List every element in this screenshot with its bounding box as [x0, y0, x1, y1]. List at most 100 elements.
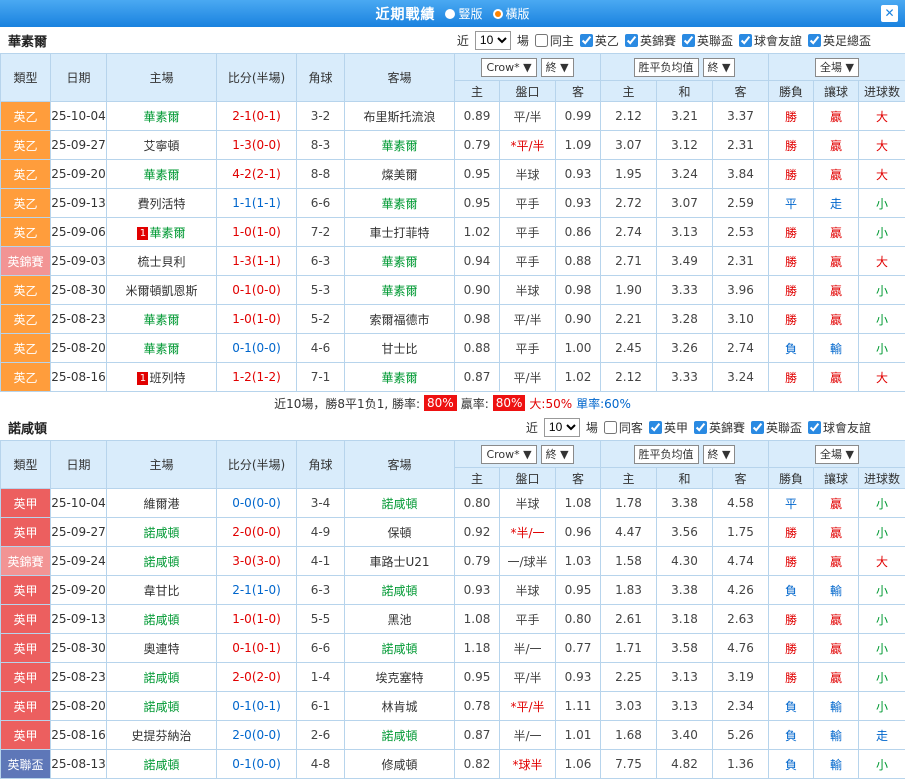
away-team-cell[interactable]: 燦美爾 [345, 160, 455, 189]
away-team-cell[interactable]: 布里斯托流浪 [345, 102, 455, 131]
odds-header-group: Crow* ▼ 終 ▼ [455, 54, 601, 81]
layout-radio-vertical[interactable]: 豎版 [445, 5, 482, 22]
corner-cell: 4-9 [297, 518, 345, 547]
away-team-cell[interactable]: 甘士比 [345, 334, 455, 363]
league-filter-英乙[interactable]: 英乙 [580, 32, 619, 49]
odds-home-cell: 0.78 [455, 692, 500, 721]
league-filter-英足總盃[interactable]: 英足總盃 [808, 32, 871, 49]
league-filter-同主[interactable]: 同主 [535, 32, 574, 49]
away-team-cell[interactable]: 華素爾 [345, 131, 455, 160]
near-count-select[interactable]: 10 [475, 31, 511, 50]
league-filter-checkbox[interactable] [604, 421, 617, 434]
league-filter-英錦賽[interactable]: 英錦賽 [694, 419, 745, 436]
away-team-name: 車士打菲特 [369, 226, 429, 240]
handicap-result-cell: 輸 [814, 750, 859, 779]
final-avg-select[interactable]: 終 ▼ [703, 445, 736, 464]
home-team-cell[interactable]: 史提芬納治 [107, 721, 217, 750]
home-team-cell[interactable]: 華素爾 [107, 102, 217, 131]
away-team-cell[interactable]: 林肯城 [345, 692, 455, 721]
away-team-cell[interactable]: 黑池 [345, 605, 455, 634]
final-odds-select[interactable]: 終 ▼ [541, 58, 574, 77]
away-team-cell[interactable]: 諾咸頓 [345, 576, 455, 605]
home-team-cell[interactable]: 梳士貝利 [107, 247, 217, 276]
handicap-cell: *半/一 [500, 518, 556, 547]
home-team-cell[interactable]: 諾咸頓 [107, 750, 217, 779]
league-filter-英聯盃[interactable]: 英聯盃 [751, 419, 802, 436]
away-team-cell[interactable]: 諾咸頓 [345, 489, 455, 518]
bookmaker-select[interactable]: Crow* ▼ [481, 445, 536, 464]
home-team-cell[interactable]: 1華素爾 [107, 218, 217, 247]
home-team-cell[interactable]: 艾寧頓 [107, 131, 217, 160]
home-team-cell[interactable]: 諾咸頓 [107, 663, 217, 692]
home-team-cell[interactable]: 諾咸頓 [107, 518, 217, 547]
away-team-cell[interactable]: 華素爾 [345, 189, 455, 218]
home-team-cell[interactable]: 奧連特 [107, 634, 217, 663]
avg-draw-cell: 3.24 [657, 160, 713, 189]
home-team-cell[interactable]: 諾咸頓 [107, 547, 217, 576]
league-filter-checkbox[interactable] [694, 421, 707, 434]
away-team-name: 華素爾 [381, 197, 417, 211]
avg-away-cell: 3.19 [713, 663, 769, 692]
layout-radio-horizontal[interactable]: 橫版 [493, 5, 530, 22]
home-team-cell[interactable]: 費列活特 [107, 189, 217, 218]
away-team-cell[interactable]: 華素爾 [345, 276, 455, 305]
league-filter-球會友誼[interactable]: 球會友誼 [739, 32, 802, 49]
odds-away-cell: 1.01 [556, 721, 601, 750]
filter-label: 球會友誼 [823, 419, 871, 436]
away-team-cell[interactable]: 埃克塞特 [345, 663, 455, 692]
close-icon[interactable]: ✕ [881, 5, 898, 22]
league-filter-checkbox[interactable] [808, 421, 821, 434]
sub-column-header: 客 [556, 81, 601, 102]
away-team-cell[interactable]: 保頓 [345, 518, 455, 547]
home-team-cell[interactable]: 1班列特 [107, 363, 217, 392]
handicap-cell: 半球 [500, 160, 556, 189]
final-avg-select[interactable]: 終 ▼ [703, 58, 736, 77]
home-team-cell[interactable]: 諾咸頓 [107, 692, 217, 721]
match-row: 英錦賽25-09-24諾咸頓3-0(3-0)4-1車路士U210.79一/球半1… [1, 547, 905, 576]
home-team-cell[interactable]: 韋甘比 [107, 576, 217, 605]
home-team-cell[interactable]: 華素爾 [107, 305, 217, 334]
away-team-cell[interactable]: 車路士U21 [345, 547, 455, 576]
league-filter-checkbox[interactable] [739, 34, 752, 47]
league-filter-checkbox[interactable] [625, 34, 638, 47]
league-filter-checkbox[interactable] [682, 34, 695, 47]
team-name: 諾咸頓 [8, 418, 47, 437]
league-filter-checkbox[interactable] [649, 421, 662, 434]
near-count-select[interactable]: 10 [544, 418, 580, 437]
home-team-cell[interactable]: 維爾港 [107, 489, 217, 518]
handicap-cell: 半/一 [500, 634, 556, 663]
away-team-name: 車路士U21 [369, 555, 429, 569]
league-filter-英甲[interactable]: 英甲 [649, 419, 688, 436]
column-header-score: 比分(半場) [217, 441, 297, 489]
near-label: 近 [526, 419, 538, 436]
away-team-cell[interactable]: 華素爾 [345, 247, 455, 276]
bookmaker-select[interactable]: Crow* ▼ [481, 58, 536, 77]
home-team-cell[interactable]: 諾咸頓 [107, 605, 217, 634]
date-cell: 25-09-13 [51, 605, 107, 634]
home-team-cell[interactable]: 華素爾 [107, 334, 217, 363]
league-filter-英錦賽[interactable]: 英錦賽 [625, 32, 676, 49]
league-filter-同客[interactable]: 同客 [604, 419, 643, 436]
away-team-cell[interactable]: 諾咸頓 [345, 634, 455, 663]
league-filter-checkbox[interactable] [535, 34, 548, 47]
away-team-cell[interactable]: 修咸頓 [345, 750, 455, 779]
league-filter-checkbox[interactable] [751, 421, 764, 434]
away-team-cell[interactable]: 索爾福德市 [345, 305, 455, 334]
away-team-cell[interactable]: 諾咸頓 [345, 721, 455, 750]
result-cell: 負 [769, 576, 814, 605]
league-filter-英聯盃[interactable]: 英聯盃 [682, 32, 733, 49]
league-filter-球會友誼[interactable]: 球會友誼 [808, 419, 871, 436]
league-type-cell: 英聯盃 [1, 750, 51, 779]
full-match-select[interactable]: 全場 ▼ [815, 445, 859, 464]
home-team-cell[interactable]: 華素爾 [107, 160, 217, 189]
away-team-cell[interactable]: 車士打菲特 [345, 218, 455, 247]
final-odds-select[interactable]: 終 ▼ [541, 445, 574, 464]
handicap-result-cell: 贏 [814, 518, 859, 547]
league-filter-checkbox[interactable] [808, 34, 821, 47]
team-name: 華素爾 [8, 31, 47, 50]
full-match-select[interactable]: 全場 ▼ [815, 58, 859, 77]
league-filter-checkbox[interactable] [580, 34, 593, 47]
home-team-cell[interactable]: 米爾頓凱恩斯 [107, 276, 217, 305]
odds-home-cell: 1.08 [455, 605, 500, 634]
away-team-cell[interactable]: 華素爾 [345, 363, 455, 392]
